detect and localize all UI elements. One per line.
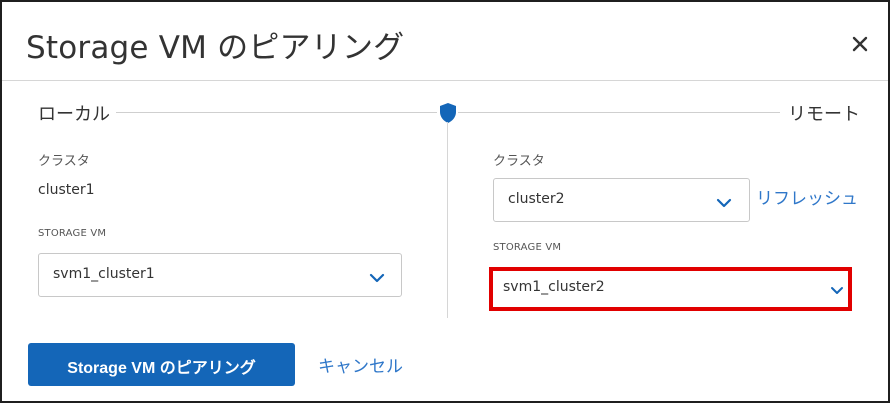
peer-storage-vm-button[interactable]: Storage VM のピアリング bbox=[28, 343, 295, 386]
local-cluster-label: クラスタ bbox=[38, 154, 90, 169]
shield-icon bbox=[439, 102, 457, 124]
local-svm-selected: svm1_cluster1 bbox=[53, 266, 155, 282]
cancel-link[interactable]: キャンセル bbox=[318, 352, 403, 377]
connector-line-right bbox=[458, 112, 780, 113]
remote-cluster-selected: cluster2 bbox=[508, 191, 565, 207]
remote-cluster-label: クラスタ bbox=[493, 154, 545, 169]
refresh-link[interactable]: リフレッシュ bbox=[756, 184, 858, 209]
chevron-down-icon bbox=[829, 282, 845, 294]
remote-heading: リモート bbox=[788, 104, 860, 125]
local-svm-label: STORAGE VM bbox=[38, 228, 107, 239]
close-icon[interactable] bbox=[848, 32, 872, 56]
remote-cluster-select[interactable]: cluster2 bbox=[493, 178, 750, 222]
peer-storage-vm-button-label: Storage VM のピアリング bbox=[67, 360, 256, 377]
local-heading: ローカル bbox=[38, 104, 110, 125]
column-divider bbox=[447, 122, 448, 318]
chevron-down-icon bbox=[716, 194, 732, 208]
chevron-down-icon bbox=[369, 269, 385, 283]
dialog-header: Storage VM のピアリング bbox=[2, 2, 888, 81]
remote-svm-selected: svm1_cluster2 bbox=[503, 279, 605, 295]
dialog-title: Storage VM のピアリング bbox=[26, 30, 405, 66]
remote-svm-select[interactable]: svm1_cluster2 bbox=[493, 271, 848, 307]
peer-storage-vm-dialog: Storage VM のピアリング ローカル リモート クラスタ cluster… bbox=[0, 0, 890, 403]
remote-svm-label: STORAGE VM bbox=[493, 242, 562, 253]
connector-line-left bbox=[116, 112, 437, 113]
local-cluster-value: cluster1 bbox=[38, 182, 95, 198]
local-svm-select[interactable]: svm1_cluster1 bbox=[38, 253, 402, 297]
